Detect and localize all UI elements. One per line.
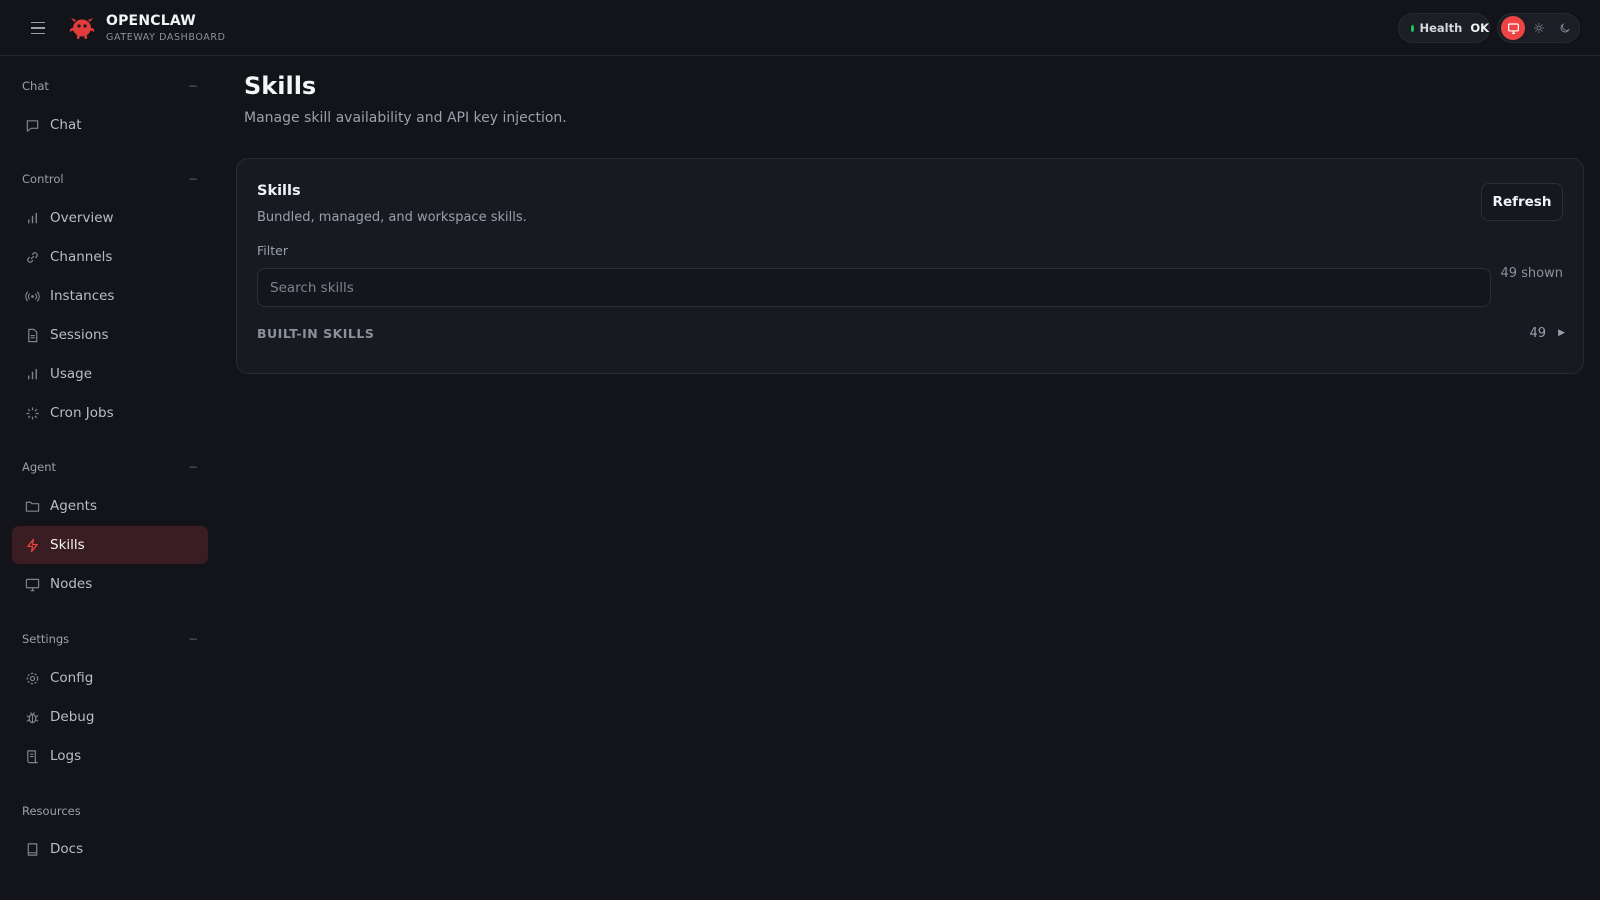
collapse-icon[interactable]: − [188, 172, 198, 186]
section-settings[interactable]: Settings − [22, 629, 198, 649]
expand-arrow-icon[interactable]: ▶ [1558, 328, 1565, 338]
health-value: OK [1470, 21, 1489, 35]
search-skills-input[interactable] [257, 268, 1491, 307]
section-chat[interactable]: Chat − [22, 76, 198, 96]
card-subtitle: Bundled, managed, and workspace skills. [257, 210, 527, 225]
theme-light-button[interactable] [1527, 16, 1551, 40]
section-title: Resources [22, 804, 81, 818]
hamburger-menu-icon[interactable] [26, 16, 50, 40]
sidebar-item-cron-jobs[interactable]: Cron Jobs [12, 394, 208, 432]
theme-system-button[interactable] [1501, 16, 1525, 40]
sidebar-item-label: Docs [50, 841, 84, 857]
sidebar-item-label: Overview [50, 210, 114, 226]
page-title: Skills [244, 72, 317, 100]
loader-icon [24, 405, 40, 421]
sidebar-item-config[interactable]: Config [12, 659, 208, 697]
brand-subtitle: GATEWAY DASHBOARD [106, 32, 226, 43]
monitor-icon [1507, 22, 1519, 34]
page-subtitle: Manage skill availability and API key in… [244, 110, 567, 126]
sidebar-item-overview[interactable]: Overview [12, 199, 208, 237]
bar-chart-icon [24, 366, 40, 382]
top-bar: OPENCLAW GATEWAY DASHBOARD Health OK [0, 0, 1600, 56]
filter-label: Filter [257, 243, 288, 258]
book-icon [24, 841, 40, 857]
section-title: Control [22, 172, 64, 186]
chat-bubble-icon [24, 117, 40, 133]
theme-toggle-group [1497, 13, 1580, 43]
section-title: Settings [22, 632, 70, 646]
sidebar-item-label: Chat [50, 117, 82, 133]
theme-dark-button[interactable] [1553, 16, 1577, 40]
collapse-icon[interactable]: − [188, 632, 198, 646]
health-status-badge: Health OK [1398, 13, 1490, 43]
sidebar-item-label: Logs [50, 748, 82, 764]
sidebar-item-docs[interactable]: Docs [12, 830, 208, 868]
section-title: Agent [22, 460, 57, 474]
sidebar-item-label: Instances [50, 288, 115, 304]
sidebar-item-label: Cron Jobs [50, 405, 114, 421]
group-label: BUILT-IN SKILLS [257, 325, 375, 341]
skills-card: Skills Bundled, managed, and workspace s… [236, 158, 1584, 374]
sidebar-item-label: Channels [50, 249, 113, 265]
card-title: Skills [257, 183, 301, 199]
sidebar-item-label: Skills [50, 537, 85, 553]
group-count: 49 [1529, 325, 1547, 341]
section-title: Chat [22, 79, 49, 93]
shown-count: 49 shown [1500, 266, 1563, 281]
health-label: Health [1419, 21, 1463, 35]
bug-icon [24, 709, 40, 725]
sidebar-item-agents[interactable]: Agents [12, 487, 208, 525]
brand-name: OPENCLAW [106, 13, 196, 29]
section-resources: Resources [22, 801, 198, 821]
sidebar-item-label: Usage [50, 366, 93, 382]
sun-icon [1534, 23, 1544, 33]
moon-icon [1560, 22, 1571, 33]
bar-chart-icon [24, 210, 40, 226]
document-icon [24, 327, 40, 343]
folder-icon [24, 498, 40, 514]
openclaw-logo-icon [69, 18, 95, 39]
gear-icon [24, 670, 40, 686]
sidebar-item-nodes[interactable]: Nodes [12, 565, 208, 603]
sidebar-item-usage[interactable]: Usage [12, 355, 208, 393]
link-icon [24, 249, 40, 265]
brand: OPENCLAW GATEWAY DASHBOARD [106, 13, 225, 44]
sidebar-item-label: Sessions [50, 327, 109, 343]
section-agent[interactable]: Agent − [22, 457, 198, 477]
sidebar-item-label: Config [50, 670, 94, 686]
sidebar-item-instances[interactable]: Instances [12, 277, 208, 315]
scroll-icon [24, 748, 40, 764]
radio-icon [24, 288, 40, 304]
built-in-skills-group[interactable]: BUILT-IN SKILLS 49 ▶ [257, 322, 1565, 344]
monitor-icon [24, 576, 40, 592]
lightning-icon [24, 537, 40, 553]
section-control[interactable]: Control − [22, 169, 198, 189]
sidebar-item-channels[interactable]: Channels [12, 238, 208, 276]
sidebar-item-sessions[interactable]: Sessions [12, 316, 208, 354]
sidebar-item-chat[interactable]: Chat [12, 106, 208, 144]
sidebar-item-logs[interactable]: Logs [12, 737, 208, 775]
collapse-icon[interactable]: − [188, 79, 198, 93]
refresh-button[interactable]: Refresh [1481, 183, 1563, 221]
sidebar-item-label: Nodes [50, 576, 93, 592]
collapse-icon[interactable]: − [188, 460, 198, 474]
sidebar-item-label: Agents [50, 498, 97, 514]
sidebar: Chat − Chat Control − Overview Channels … [0, 57, 220, 900]
health-dot-icon [1411, 24, 1414, 32]
sidebar-item-debug[interactable]: Debug [12, 698, 208, 736]
sidebar-item-label: Debug [50, 709, 95, 725]
sidebar-item-skills[interactable]: Skills [12, 526, 208, 564]
